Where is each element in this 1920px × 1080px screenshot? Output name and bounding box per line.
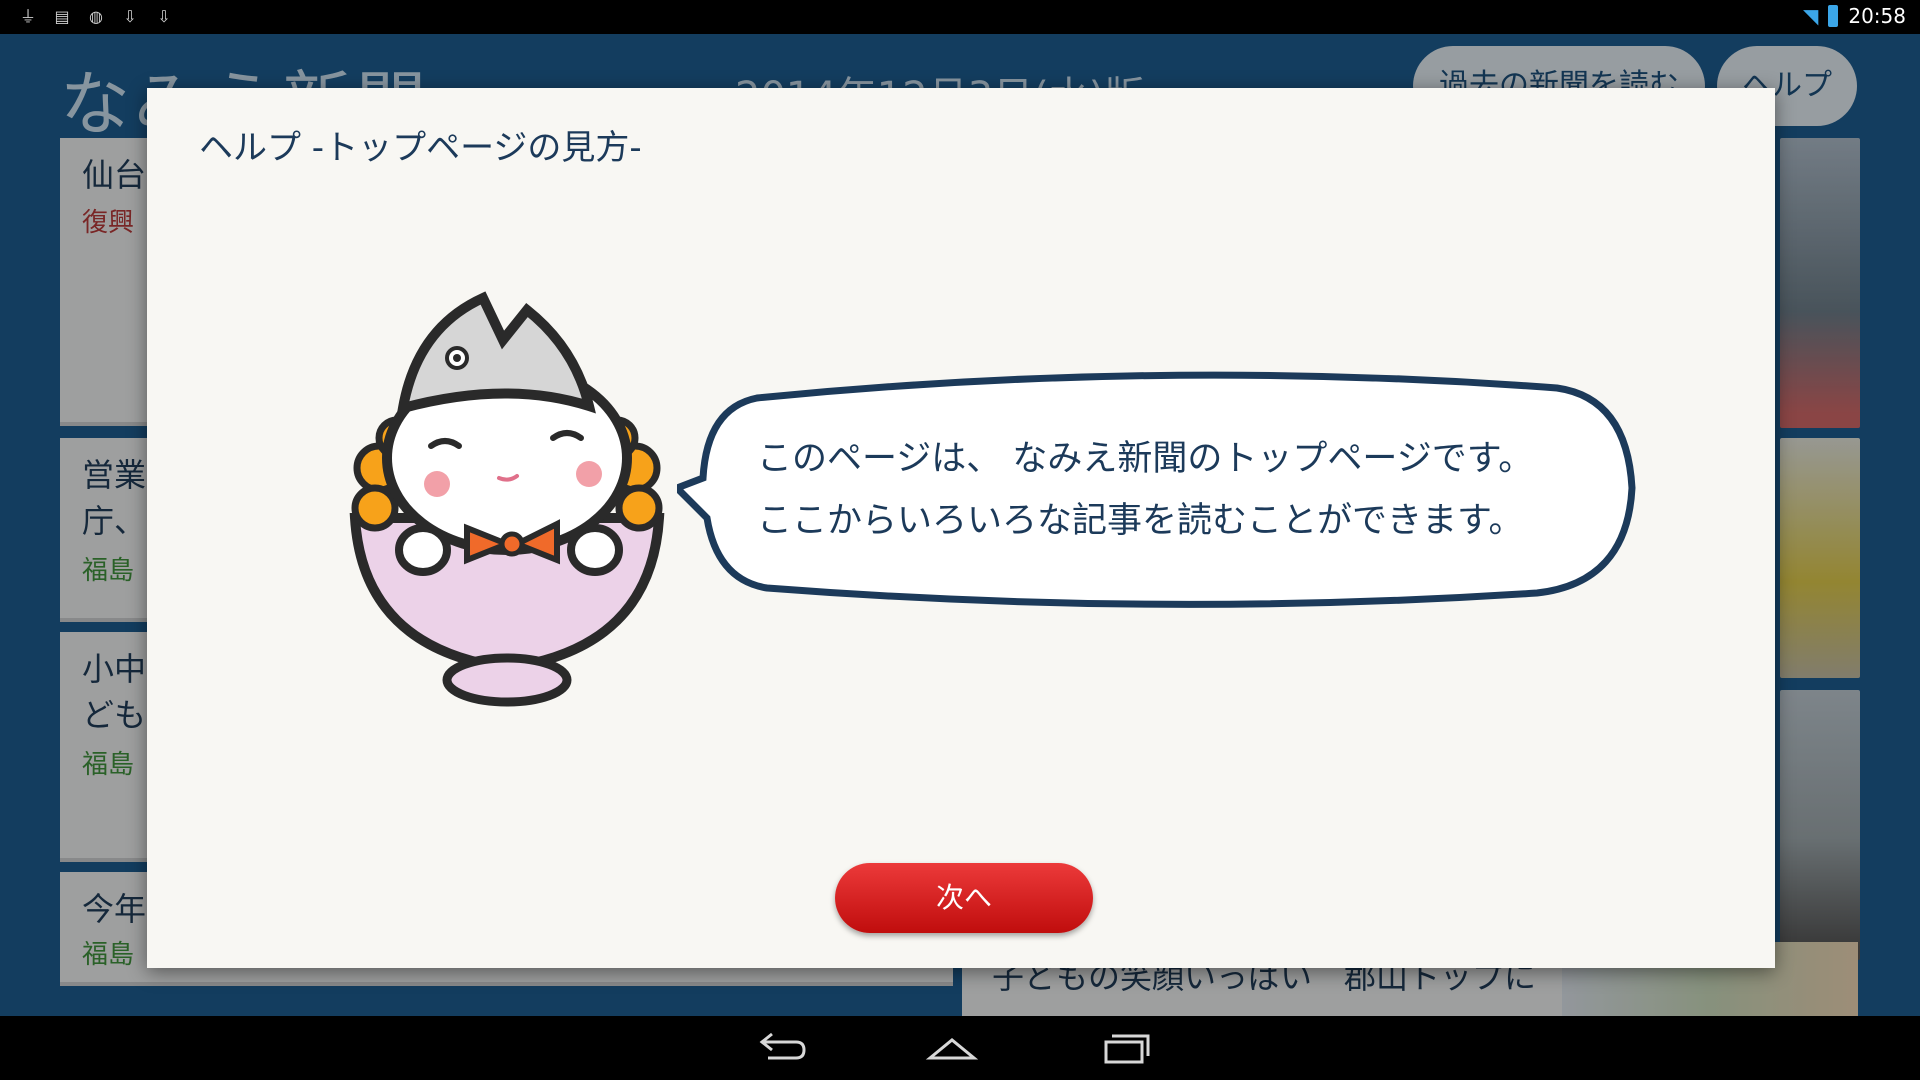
- back-icon[interactable]: [750, 1028, 810, 1068]
- system-navigation-bar: [0, 1016, 1920, 1080]
- news-icon: ▤: [54, 7, 70, 26]
- help-dialog: ヘルプ -トップページの見方- このページは、 なみえ新聞のトップページです。 …: [147, 88, 1775, 968]
- status-bar: ⏚ ▤ ◍ ⇩ ⇩ ◥ 20:58: [0, 0, 1920, 34]
- download-icon: ⇩: [157, 7, 171, 26]
- battery-icon: [1828, 5, 1839, 27]
- bubble-line: ここからいろいろな記事を読むことができます。: [757, 501, 1524, 541]
- bubble-line: このページは、 なみえ新聞のトップページです。: [757, 439, 1534, 479]
- recent-apps-icon[interactable]: [1096, 1028, 1156, 1068]
- wifi-icon: ◥: [1802, 4, 1819, 28]
- notification-icons: ⏚ ▤ ◍ ⇩ ⇩: [18, 7, 174, 27]
- usb-icon: ⏚: [19, 7, 36, 26]
- clock: 20:58: [1848, 4, 1906, 28]
- dialog-title: ヘルプ -トップページの見方-: [199, 128, 642, 168]
- next-button[interactable]: 次へ: [835, 863, 1093, 933]
- download-icon: ⇩: [123, 7, 137, 26]
- game-icon: ◍: [89, 7, 103, 26]
- home-icon[interactable]: [922, 1028, 982, 1068]
- bubble-text: このページは、 なみえ新聞のトップページです。 ここからいろいろな記事を読むこと…: [757, 428, 1617, 552]
- mascot-character-icon: [349, 291, 665, 707]
